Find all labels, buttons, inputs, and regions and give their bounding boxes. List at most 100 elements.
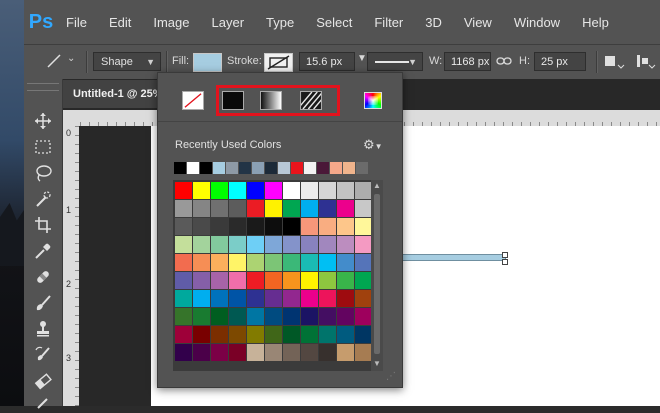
color-swatch[interactable] <box>247 236 264 253</box>
color-swatch[interactable] <box>319 272 336 289</box>
color-swatch[interactable] <box>301 326 318 343</box>
menu-help[interactable]: Help <box>571 15 620 30</box>
color-swatch[interactable] <box>175 254 192 271</box>
menu-window[interactable]: Window <box>503 15 571 30</box>
color-swatch[interactable] <box>175 326 192 343</box>
color-swatch[interactable] <box>229 182 246 199</box>
shape-mode-dropdown[interactable]: Shape ▼ <box>93 52 161 71</box>
color-swatch[interactable] <box>265 290 282 307</box>
color-swatch[interactable] <box>301 236 318 253</box>
color-swatch[interactable] <box>337 308 354 325</box>
color-swatch[interactable] <box>193 290 210 307</box>
color-swatch[interactable] <box>229 308 246 325</box>
color-swatch[interactable] <box>337 254 354 271</box>
color-swatch[interactable] <box>265 182 282 199</box>
color-swatch[interactable] <box>193 344 210 361</box>
color-swatch[interactable] <box>193 200 210 217</box>
line-tool-icon[interactable] <box>46 53 62 69</box>
scrollbar-thumb[interactable] <box>374 194 380 354</box>
color-swatch[interactable] <box>319 182 336 199</box>
color-swatch[interactable] <box>355 272 372 289</box>
swatch-scrollbar[interactable]: ▲ ▼ <box>371 180 383 371</box>
stroke-width-chevron-icon[interactable]: ▼ <box>357 53 367 64</box>
color-swatch[interactable] <box>283 344 300 361</box>
color-swatch[interactable] <box>265 344 282 361</box>
anchor-point-handle[interactable] <box>502 252 508 258</box>
recent-color-swatch[interactable] <box>252 162 264 174</box>
recent-color-swatch[interactable] <box>200 162 212 174</box>
color-swatch[interactable] <box>229 200 246 217</box>
color-swatch[interactable] <box>175 182 192 199</box>
menu-edit[interactable]: Edit <box>98 15 142 30</box>
anchor-point-handle[interactable] <box>502 259 508 265</box>
color-swatch[interactable] <box>301 344 318 361</box>
color-swatch[interactable] <box>211 308 228 325</box>
color-swatch[interactable] <box>337 344 354 361</box>
color-swatch[interactable] <box>193 308 210 325</box>
menu-3d[interactable]: 3D <box>414 15 453 30</box>
brush-tool-icon[interactable] <box>32 293 54 313</box>
color-swatch[interactable] <box>211 200 228 217</box>
color-swatch[interactable] <box>229 236 246 253</box>
color-swatch[interactable] <box>337 218 354 235</box>
color-swatch[interactable] <box>175 218 192 235</box>
color-swatch[interactable] <box>337 236 354 253</box>
color-swatch[interactable] <box>193 236 210 253</box>
color-swatch[interactable] <box>247 290 264 307</box>
height-field[interactable]: 25 px <box>534 52 586 71</box>
scroll-down-icon[interactable]: ▼ <box>373 359 381 368</box>
color-swatch[interactable] <box>337 290 354 307</box>
recent-color-swatch[interactable] <box>213 162 225 174</box>
color-swatch[interactable] <box>355 308 372 325</box>
color-swatch[interactable] <box>355 182 372 199</box>
history-brush-tool-icon[interactable] <box>32 345 54 365</box>
recent-color-swatch[interactable] <box>343 162 355 174</box>
color-swatch[interactable] <box>229 254 246 271</box>
color-swatch[interactable] <box>211 326 228 343</box>
color-swatch[interactable] <box>247 308 264 325</box>
color-swatch[interactable] <box>283 290 300 307</box>
color-swatch[interactable] <box>175 344 192 361</box>
menu-filter[interactable]: Filter <box>363 15 414 30</box>
color-swatch[interactable] <box>247 200 264 217</box>
color-swatch[interactable] <box>319 200 336 217</box>
marquee-tool-icon[interactable] <box>32 137 54 157</box>
recent-color-swatch[interactable] <box>265 162 277 174</box>
color-swatch[interactable] <box>283 236 300 253</box>
color-swatch[interactable] <box>229 344 246 361</box>
path-alignment-icon[interactable] <box>634 53 656 71</box>
color-swatch[interactable] <box>211 218 228 235</box>
color-swatch[interactable] <box>229 290 246 307</box>
move-tool-icon[interactable] <box>32 111 54 131</box>
gear-icon[interactable]: ⚙▼ <box>363 137 383 153</box>
color-swatch[interactable] <box>355 218 372 235</box>
color-swatch[interactable] <box>283 272 300 289</box>
color-swatch[interactable] <box>355 344 372 361</box>
color-swatch[interactable] <box>319 326 336 343</box>
color-swatch[interactable] <box>319 254 336 271</box>
color-picker-icon[interactable] <box>364 92 382 109</box>
color-swatch[interactable] <box>211 272 228 289</box>
color-swatch[interactable] <box>319 290 336 307</box>
color-swatch[interactable] <box>355 236 372 253</box>
color-swatch[interactable] <box>247 272 264 289</box>
color-swatch[interactable] <box>247 182 264 199</box>
color-swatch[interactable] <box>301 290 318 307</box>
crop-tool-icon[interactable] <box>32 215 54 235</box>
recent-color-swatch[interactable] <box>304 162 316 174</box>
color-swatch[interactable] <box>193 272 210 289</box>
color-swatch[interactable] <box>301 182 318 199</box>
color-swatch[interactable] <box>265 236 282 253</box>
menu-type[interactable]: Type <box>255 15 305 30</box>
color-swatch[interactable] <box>211 236 228 253</box>
menu-select[interactable]: Select <box>305 15 363 30</box>
color-swatch[interactable] <box>175 308 192 325</box>
document-tab[interactable]: Untitled-1 @ 25% <box>63 80 163 108</box>
color-swatch[interactable] <box>193 218 210 235</box>
color-swatch[interactable] <box>355 254 372 271</box>
color-swatch[interactable] <box>283 254 300 271</box>
path-operations-icon[interactable] <box>603 53 625 71</box>
ruler-origin[interactable] <box>63 110 80 126</box>
color-swatch[interactable] <box>337 182 354 199</box>
line-shape[interactable] <box>398 254 506 261</box>
